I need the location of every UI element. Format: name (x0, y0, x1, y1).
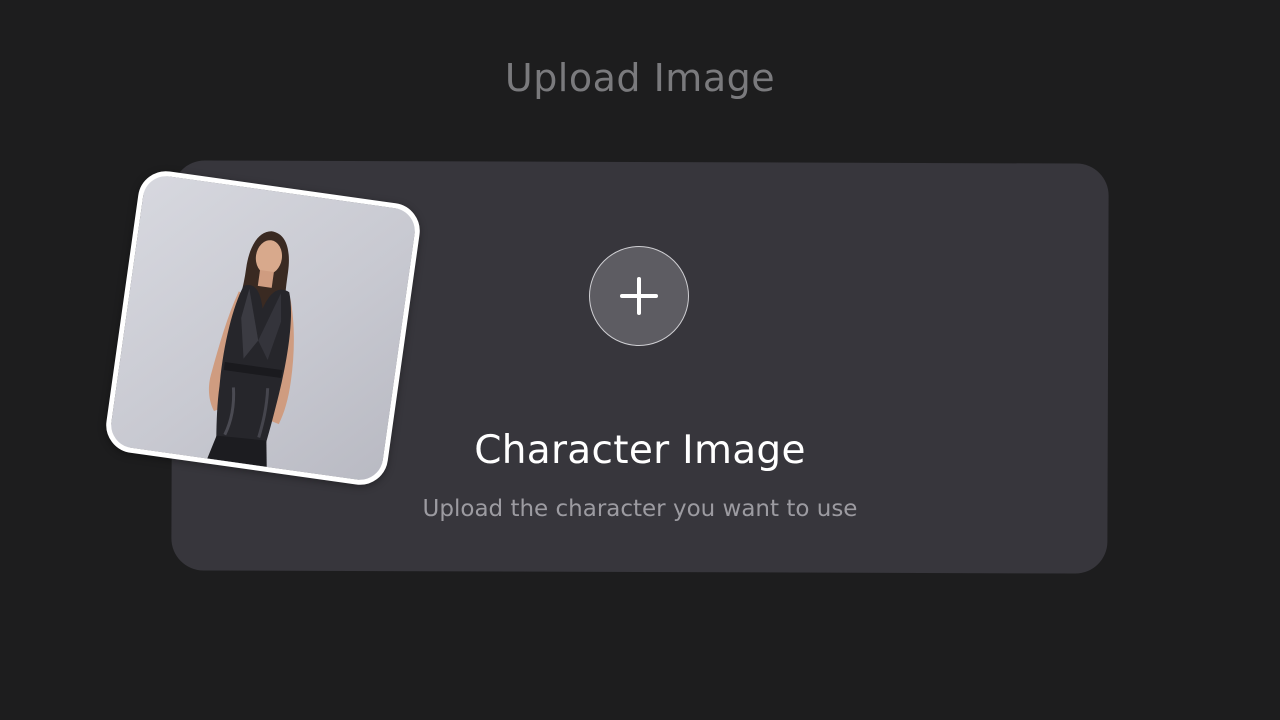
upload-page: Upload Image Character Image Upload the … (0, 0, 1280, 720)
character-figure-illustration (207, 231, 294, 467)
card-subtitle: Upload the character you want to use (422, 496, 858, 522)
add-image-button[interactable] (589, 246, 689, 346)
example-character-photo (102, 167, 424, 489)
plus-icon (620, 277, 658, 315)
page-title: Upload Image (504, 56, 776, 100)
